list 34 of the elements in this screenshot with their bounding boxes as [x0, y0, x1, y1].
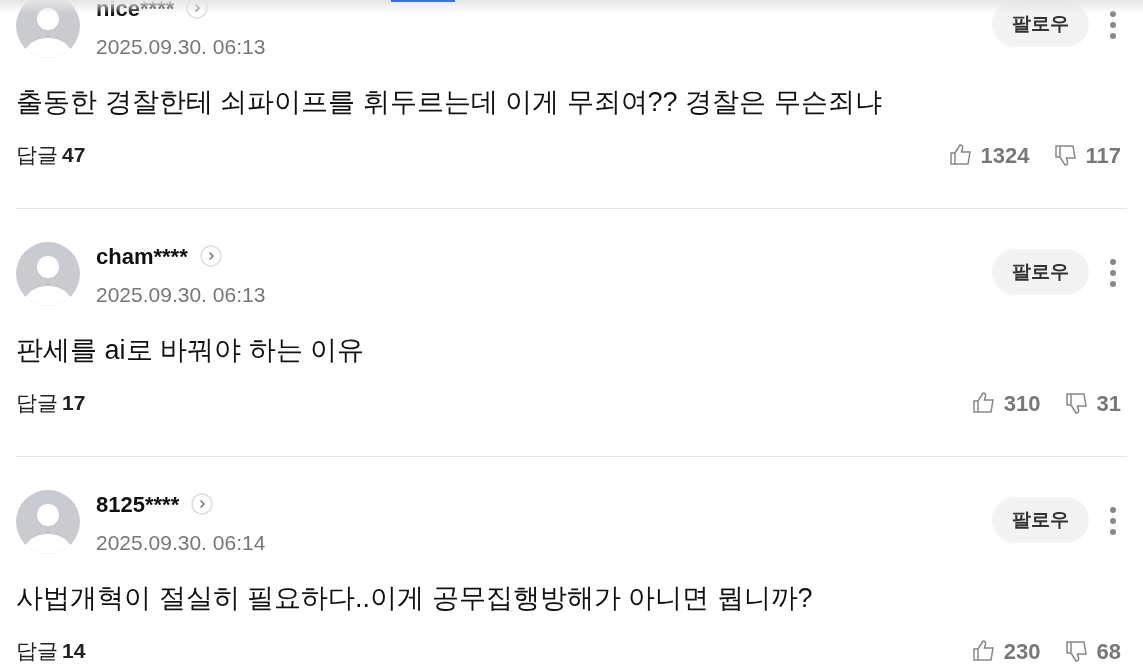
thumbs-up-icon [948, 143, 973, 167]
like-button[interactable]: 1324 [948, 138, 1030, 172]
reply-button[interactable]: 답글 17 [16, 387, 86, 419]
reply-button[interactable]: 답글 47 [16, 139, 86, 171]
comment-date: 2025.09.30. 06:14 [96, 530, 267, 556]
more-options-icon[interactable] [1109, 506, 1117, 536]
thumbs-up-icon [971, 639, 996, 663]
comment-date: 2025.09.30. 06:13 [96, 34, 267, 60]
reply-button[interactable]: 답글 14 [16, 635, 86, 667]
like-button[interactable]: 310 [971, 386, 1041, 420]
comment-text: 출동한 경찰한테 쇠파이프를 휘두르는데 이게 무죄여?? 경찰은 무슨죄냐 [16, 85, 883, 119]
follow-button[interactable]: 팔로우 [992, 1, 1089, 47]
dislike-button[interactable]: 68 [1064, 634, 1121, 668]
thumbs-down-icon [1064, 391, 1089, 415]
like-button[interactable]: 230 [971, 634, 1041, 668]
chevron-right-icon[interactable] [191, 493, 214, 515]
dislike-button[interactable]: 31 [1064, 386, 1121, 420]
author-name[interactable]: cham**** [96, 239, 188, 273]
comment-date: 2025.09.30. 06:13 [96, 282, 267, 308]
follow-button[interactable]: 팔로우 [992, 497, 1089, 543]
more-options-icon[interactable] [1109, 258, 1117, 288]
author-name[interactable]: 8125**** [96, 487, 180, 521]
follow-button[interactable]: 팔로우 [992, 249, 1089, 295]
comment-text: 사법개혁이 절실히 필요하다..이게 공무집행방해가 아니면 뭡니까? [16, 581, 814, 615]
dislike-button[interactable]: 117 [1053, 138, 1121, 172]
thumbs-down-icon [1064, 639, 1089, 663]
comment-text: 판세를 ai로 바꿔야 하는 이유 [16, 333, 366, 367]
more-options-icon[interactable] [1109, 10, 1117, 40]
thumbs-down-icon [1053, 143, 1078, 167]
chevron-right-icon[interactable] [186, 0, 209, 19]
tab-indicator [391, 0, 455, 2]
thumbs-up-icon [971, 391, 996, 415]
chevron-right-icon[interactable] [199, 245, 222, 267]
author-name[interactable]: nice**** [96, 0, 175, 25]
